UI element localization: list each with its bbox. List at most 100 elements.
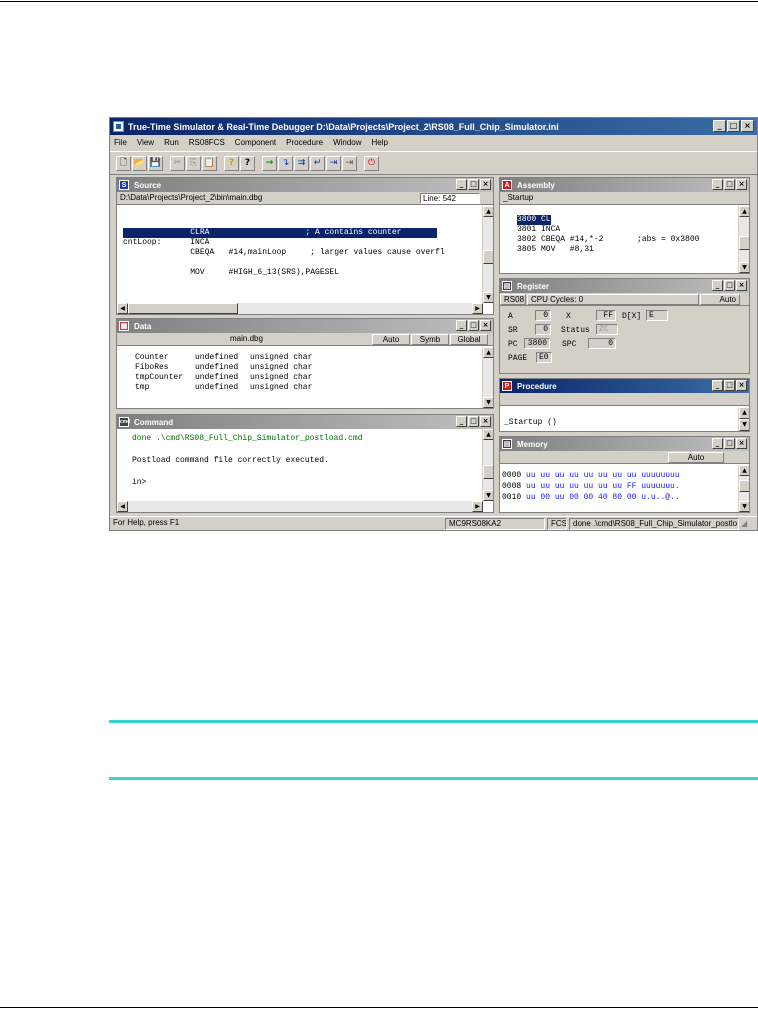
command-close-button[interactable]: × — [480, 416, 491, 427]
resize-grip-icon[interactable]: ◢ — [741, 519, 747, 528]
reg-page-value[interactable]: E0 — [536, 352, 552, 363]
scroll-up-icon[interactable]: ▲ — [483, 206, 493, 217]
assembly-close-button[interactable]: × — [736, 179, 747, 190]
scroll-thumb[interactable] — [128, 303, 238, 314]
scroll-thumb[interactable] — [483, 465, 493, 479]
assembly-minimize-button[interactable]: _ — [712, 179, 723, 190]
source-titlebar[interactable]: S Source _ □ × — [117, 178, 493, 192]
memory-minimize-button[interactable]: _ — [712, 438, 723, 449]
save-icon[interactable]: 💾 — [148, 155, 163, 171]
step-out-icon[interactable]: ↵ — [310, 155, 325, 171]
scroll-thumb[interactable] — [483, 250, 493, 264]
procedure-vscrollbar[interactable]: ▲ ▼ — [738, 407, 749, 431]
scroll-right-icon[interactable]: ▶ — [472, 501, 483, 512]
menu-rs08fcs[interactable]: RS08FCS — [189, 138, 225, 147]
table-row[interactable]: Counter undefined unsigned char — [135, 353, 312, 363]
procedure-item[interactable]: _Startup () — [504, 418, 557, 427]
scroll-thumb[interactable] — [739, 236, 749, 250]
copy-icon[interactable]: ⎘ — [186, 155, 201, 171]
scroll-down-icon[interactable]: ▼ — [739, 419, 749, 431]
scroll-left-icon[interactable]: ◀ — [117, 303, 128, 314]
menu-window[interactable]: Window — [333, 138, 361, 147]
procedure-close-button[interactable]: × — [736, 380, 747, 391]
help-icon[interactable]: ? — [224, 155, 239, 171]
register-close-button[interactable]: × — [736, 280, 747, 291]
scroll-thumb[interactable] — [739, 480, 749, 492]
scroll-right-icon[interactable]: ▶ — [472, 303, 483, 314]
command-output[interactable]: done .\cmd\RS08_Full_Chip_Simulator_post… — [117, 429, 483, 501]
memory-maximize-button[interactable]: □ — [724, 438, 735, 449]
table-row[interactable]: tmp undefined unsigned char — [135, 383, 312, 393]
source-code[interactable]: CLRA ; A contains counter cntLoop: INCA … — [117, 206, 483, 303]
menu-file[interactable]: File — [114, 138, 127, 147]
source-close-button[interactable]: × — [480, 179, 491, 190]
data-titlebar[interactable]: ▦ Data _ □ × — [117, 319, 493, 333]
scroll-down-icon[interactable]: ▼ — [483, 292, 493, 303]
memory-titlebar[interactable]: ▤ Memory _ □ × — [500, 437, 749, 451]
procedure-maximize-button[interactable]: □ — [724, 380, 735, 391]
close-button[interactable]: × — [741, 120, 754, 132]
data-vscrollbar[interactable]: ▲ ▼ — [482, 347, 493, 408]
memory-dump[interactable]: 0000 uu uu uu uu uu uu uu uu uuuuuuuu 00… — [500, 465, 739, 512]
app-titlebar[interactable]: True-Time Simulator & Real-Time Debugger… — [110, 118, 757, 135]
register-titlebar[interactable]: ▤ Register _ □ × — [500, 279, 749, 293]
scroll-down-icon[interactable]: ▼ — [483, 397, 493, 408]
minimize-button[interactable]: _ — [713, 120, 726, 132]
menu-procedure[interactable]: Procedure — [286, 138, 323, 147]
scroll-up-icon[interactable]: ▲ — [483, 429, 493, 440]
maximize-button[interactable]: □ — [727, 120, 740, 132]
assembly-vscrollbar[interactable]: ▲ ▼ — [738, 206, 749, 273]
context-help-icon[interactable]: ? — [240, 155, 255, 171]
start-icon[interactable]: → — [262, 155, 277, 171]
source-maximize-button[interactable]: □ — [468, 179, 479, 190]
menu-component[interactable]: Component — [235, 138, 276, 147]
procedure-minimize-button[interactable]: _ — [712, 380, 723, 391]
scroll-up-icon[interactable]: ▲ — [739, 465, 749, 476]
assembly-titlebar[interactable]: A Assembly _ □ × — [500, 178, 749, 192]
scroll-down-icon[interactable]: ▼ — [483, 490, 493, 501]
scroll-up-icon[interactable]: ▲ — [739, 206, 749, 217]
scroll-left-icon[interactable]: ◀ — [117, 501, 128, 512]
data-minimize-button[interactable]: _ — [456, 320, 467, 331]
procedure-titlebar[interactable]: P Procedure _ □ × — [500, 379, 749, 393]
memory-vscrollbar[interactable]: ▲ ▼ — [738, 465, 749, 512]
register-minimize-button[interactable]: _ — [712, 280, 723, 291]
command-prompt[interactable]: in> — [132, 478, 146, 488]
table-row[interactable]: tmpCounter undefined unsigned char — [135, 373, 312, 383]
command-titlebar[interactable]: cmd Command _ □ × — [117, 415, 493, 429]
scroll-down-icon[interactable]: ▼ — [739, 262, 749, 273]
menu-view[interactable]: View — [137, 138, 154, 147]
memory-close-button[interactable]: × — [736, 438, 747, 449]
source-hscrollbar[interactable]: ◀ ▶ — [117, 303, 483, 314]
menu-help[interactable]: Help — [372, 138, 388, 147]
source-vscrollbar[interactable]: ▲ ▼ — [482, 206, 493, 303]
command-minimize-button[interactable]: _ — [456, 416, 467, 427]
reg-spc-value[interactable]: 0 — [588, 338, 616, 349]
reg-sr-value[interactable]: 0 — [535, 324, 551, 335]
reg-pc-value[interactable]: 3800 — [524, 338, 550, 349]
data-list[interactable]: Counter undefined unsigned char FiboRes und… — [117, 347, 483, 408]
data-close-button[interactable]: × — [480, 320, 491, 331]
cut-icon[interactable]: ✂ — [170, 155, 185, 171]
reset-icon[interactable]: ⏻ — [364, 155, 379, 171]
reg-x-value[interactable]: FF — [596, 310, 616, 321]
register-mode[interactable]: Auto — [700, 293, 740, 305]
halt-icon[interactable]: ⇥ — [342, 155, 357, 171]
table-row[interactable]: FiboRes undefined unsigned char — [135, 363, 312, 373]
scroll-down-icon[interactable]: ▼ — [739, 501, 749, 512]
data-maximize-button[interactable]: □ — [468, 320, 479, 331]
command-vscrollbar[interactable]: ▲ ▼ — [482, 429, 493, 501]
register-maximize-button[interactable]: □ — [724, 280, 735, 291]
data-scope-global[interactable]: Global — [450, 333, 488, 345]
scroll-up-icon[interactable]: ▲ — [739, 407, 749, 419]
data-mode-symb[interactable]: Symb — [411, 333, 449, 345]
assembly-code[interactable]: 3800 CLRA 3801 INCA 3802 CBEQA #14,*-2 ;… — [500, 206, 739, 273]
source-minimize-button[interactable]: _ — [456, 179, 467, 190]
single-step-icon[interactable]: ↴ — [278, 155, 293, 171]
assembly-maximize-button[interactable]: □ — [724, 179, 735, 190]
new-file-icon[interactable]: 🗋 — [116, 155, 131, 171]
reg-status-value[interactable]: ZC — [596, 324, 618, 335]
command-maximize-button[interactable]: □ — [468, 416, 479, 427]
reg-a-value[interactable]: 0 — [535, 310, 551, 321]
command-hscrollbar[interactable]: ◀ ▶ — [117, 501, 483, 512]
